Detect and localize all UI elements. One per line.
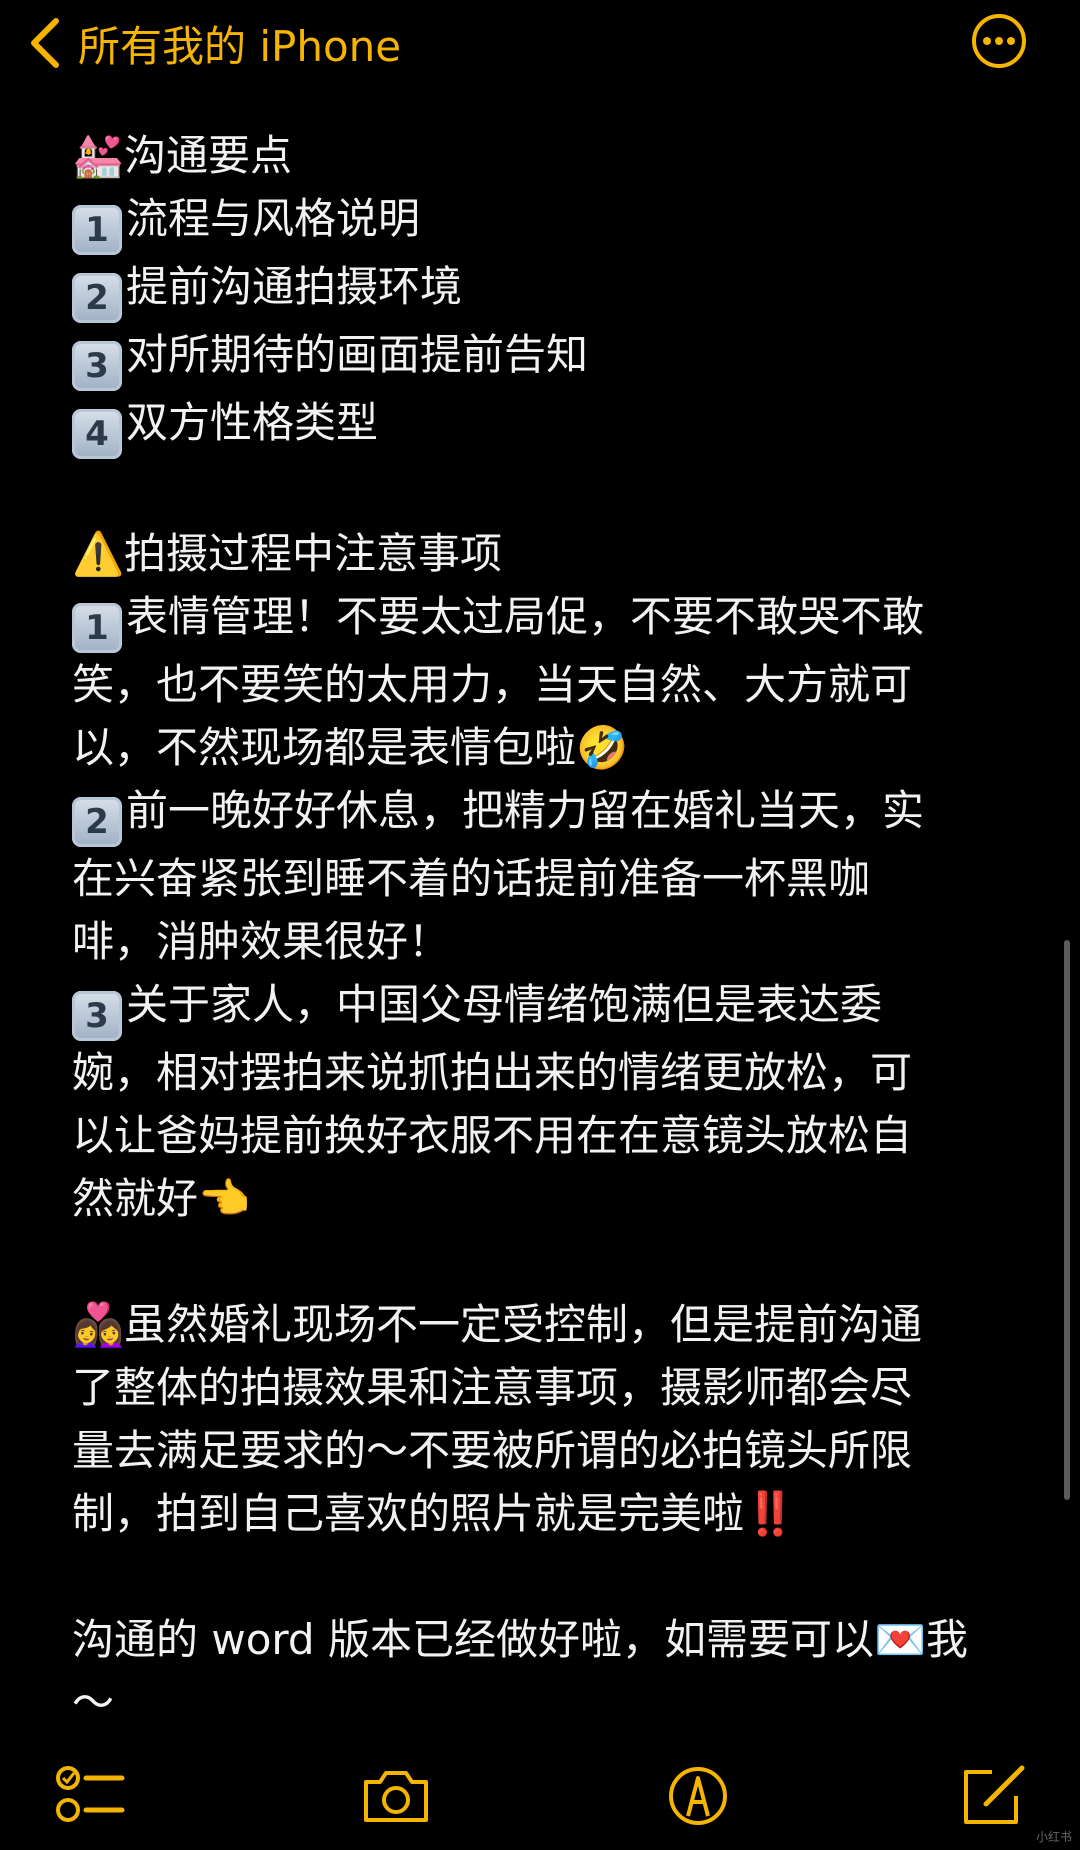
section-heading: ⚠️拍摄过程中注意事项 bbox=[72, 522, 1008, 585]
checklist-button[interactable] bbox=[56, 1764, 128, 1828]
keycap-3-icon: 3 bbox=[72, 341, 122, 391]
text-line: 在兴奋紧张到睡不着的话提前准备一杯黑咖 bbox=[72, 854, 871, 903]
keycap-4-icon: 4 bbox=[72, 409, 122, 459]
section-heading: 💒沟通要点 bbox=[72, 124, 1008, 187]
text-line: 以让爸妈提前换好衣服不用在在意镜头放松自 bbox=[72, 1111, 913, 1160]
love-letter-emoji: 💌 bbox=[873, 1615, 927, 1664]
chapel-emoji: 💒 bbox=[72, 131, 125, 180]
pointing-hand-emoji: 👈 bbox=[198, 1174, 251, 1223]
watermark: 小红书 bbox=[1035, 1830, 1072, 1844]
ellipsis-circle-icon bbox=[972, 14, 1026, 68]
markup-button[interactable] bbox=[662, 1764, 734, 1828]
text-line: 了整体的拍摄效果和注意事项，摄影师都会尽 bbox=[72, 1363, 913, 1412]
keycap-1-icon: 1 bbox=[72, 603, 122, 653]
keycap-2-icon: 2 bbox=[72, 797, 122, 847]
text-line: 然就好👈 bbox=[72, 1167, 1008, 1230]
camera-button[interactable] bbox=[360, 1764, 432, 1828]
text-line: ～ bbox=[72, 1678, 115, 1727]
keycap-1-icon: 1 bbox=[72, 205, 122, 255]
couple-emoji: 👩‍❤️‍👩 bbox=[72, 1300, 125, 1349]
more-options-button[interactable] bbox=[970, 12, 1028, 70]
warning-icon: ⚠️ bbox=[72, 529, 125, 578]
text-line: 以，不然现场都是表情包啦🤣 bbox=[72, 716, 1008, 779]
keycap-2-icon: 2 bbox=[72, 273, 122, 323]
text-line: 量去满足要求的～不要被所谓的必拍镜头所限 bbox=[72, 1426, 913, 1475]
laughing-emoji: 🤣 bbox=[576, 723, 629, 772]
list-item: 3 对所期待的画面提前告知 bbox=[72, 323, 1008, 391]
list-item: 2 提前沟通拍摄环境 bbox=[72, 255, 1008, 323]
list-item: 2 前一晚好好休息，把精力留在婚礼当天，实 bbox=[72, 779, 1008, 847]
scrollbar[interactable] bbox=[1064, 940, 1070, 1500]
keycap-3-icon: 3 bbox=[72, 991, 122, 1041]
note-body[interactable]: 💒沟通要点 1 流程与风格说明 2 提前沟通拍摄环境 3 对所期待的画面提前告知 4双… bbox=[72, 124, 1008, 1734]
list-item: 3 关于家人，中国父母情绪饱满但是表达委 bbox=[72, 973, 1008, 1041]
text-line: 笑，也不要笑的太用力，当天自然、大方就可 bbox=[72, 660, 913, 709]
checklist-icon bbox=[56, 1766, 125, 1822]
camera-icon bbox=[364, 1771, 428, 1822]
navigation-bar: 所有我的 iPhone bbox=[0, 0, 1080, 84]
compose-button[interactable] bbox=[958, 1764, 1030, 1828]
double-exclamation-emoji: ‼️ bbox=[744, 1489, 797, 1538]
back-label[interactable]: 所有我的 iPhone bbox=[78, 13, 401, 74]
text-line: 制，拍到自己喜欢的照片就是完美啦‼️ bbox=[72, 1489, 797, 1538]
list-item: 1 流程与风格说明 bbox=[72, 187, 1008, 255]
text-line: 啡，消肿效果很好！ bbox=[72, 917, 451, 966]
text-line: 婉，相对摆拍来说抓拍出来的情绪更放松，可 bbox=[72, 1048, 913, 1097]
list-item: 4 双方性格类型 bbox=[72, 391, 1008, 459]
markup-pen-icon bbox=[669, 1767, 727, 1825]
text-line: 沟通的 word 版本已经做好啦，如需要可以💌我 bbox=[72, 1608, 1008, 1671]
bottom-toolbar bbox=[0, 1740, 1080, 1850]
text-line: 👩‍❤️‍👩虽然婚礼现场不一定受控制，但是提前沟通 bbox=[72, 1293, 1008, 1356]
list-item: 1 表情管理！不要太过局促，不要不敢哭不敢 bbox=[72, 585, 1008, 653]
back-button[interactable]: 所有我的 iPhone bbox=[28, 8, 401, 78]
chevron-left-icon bbox=[31, 18, 59, 68]
compose-icon bbox=[964, 1765, 1025, 1824]
